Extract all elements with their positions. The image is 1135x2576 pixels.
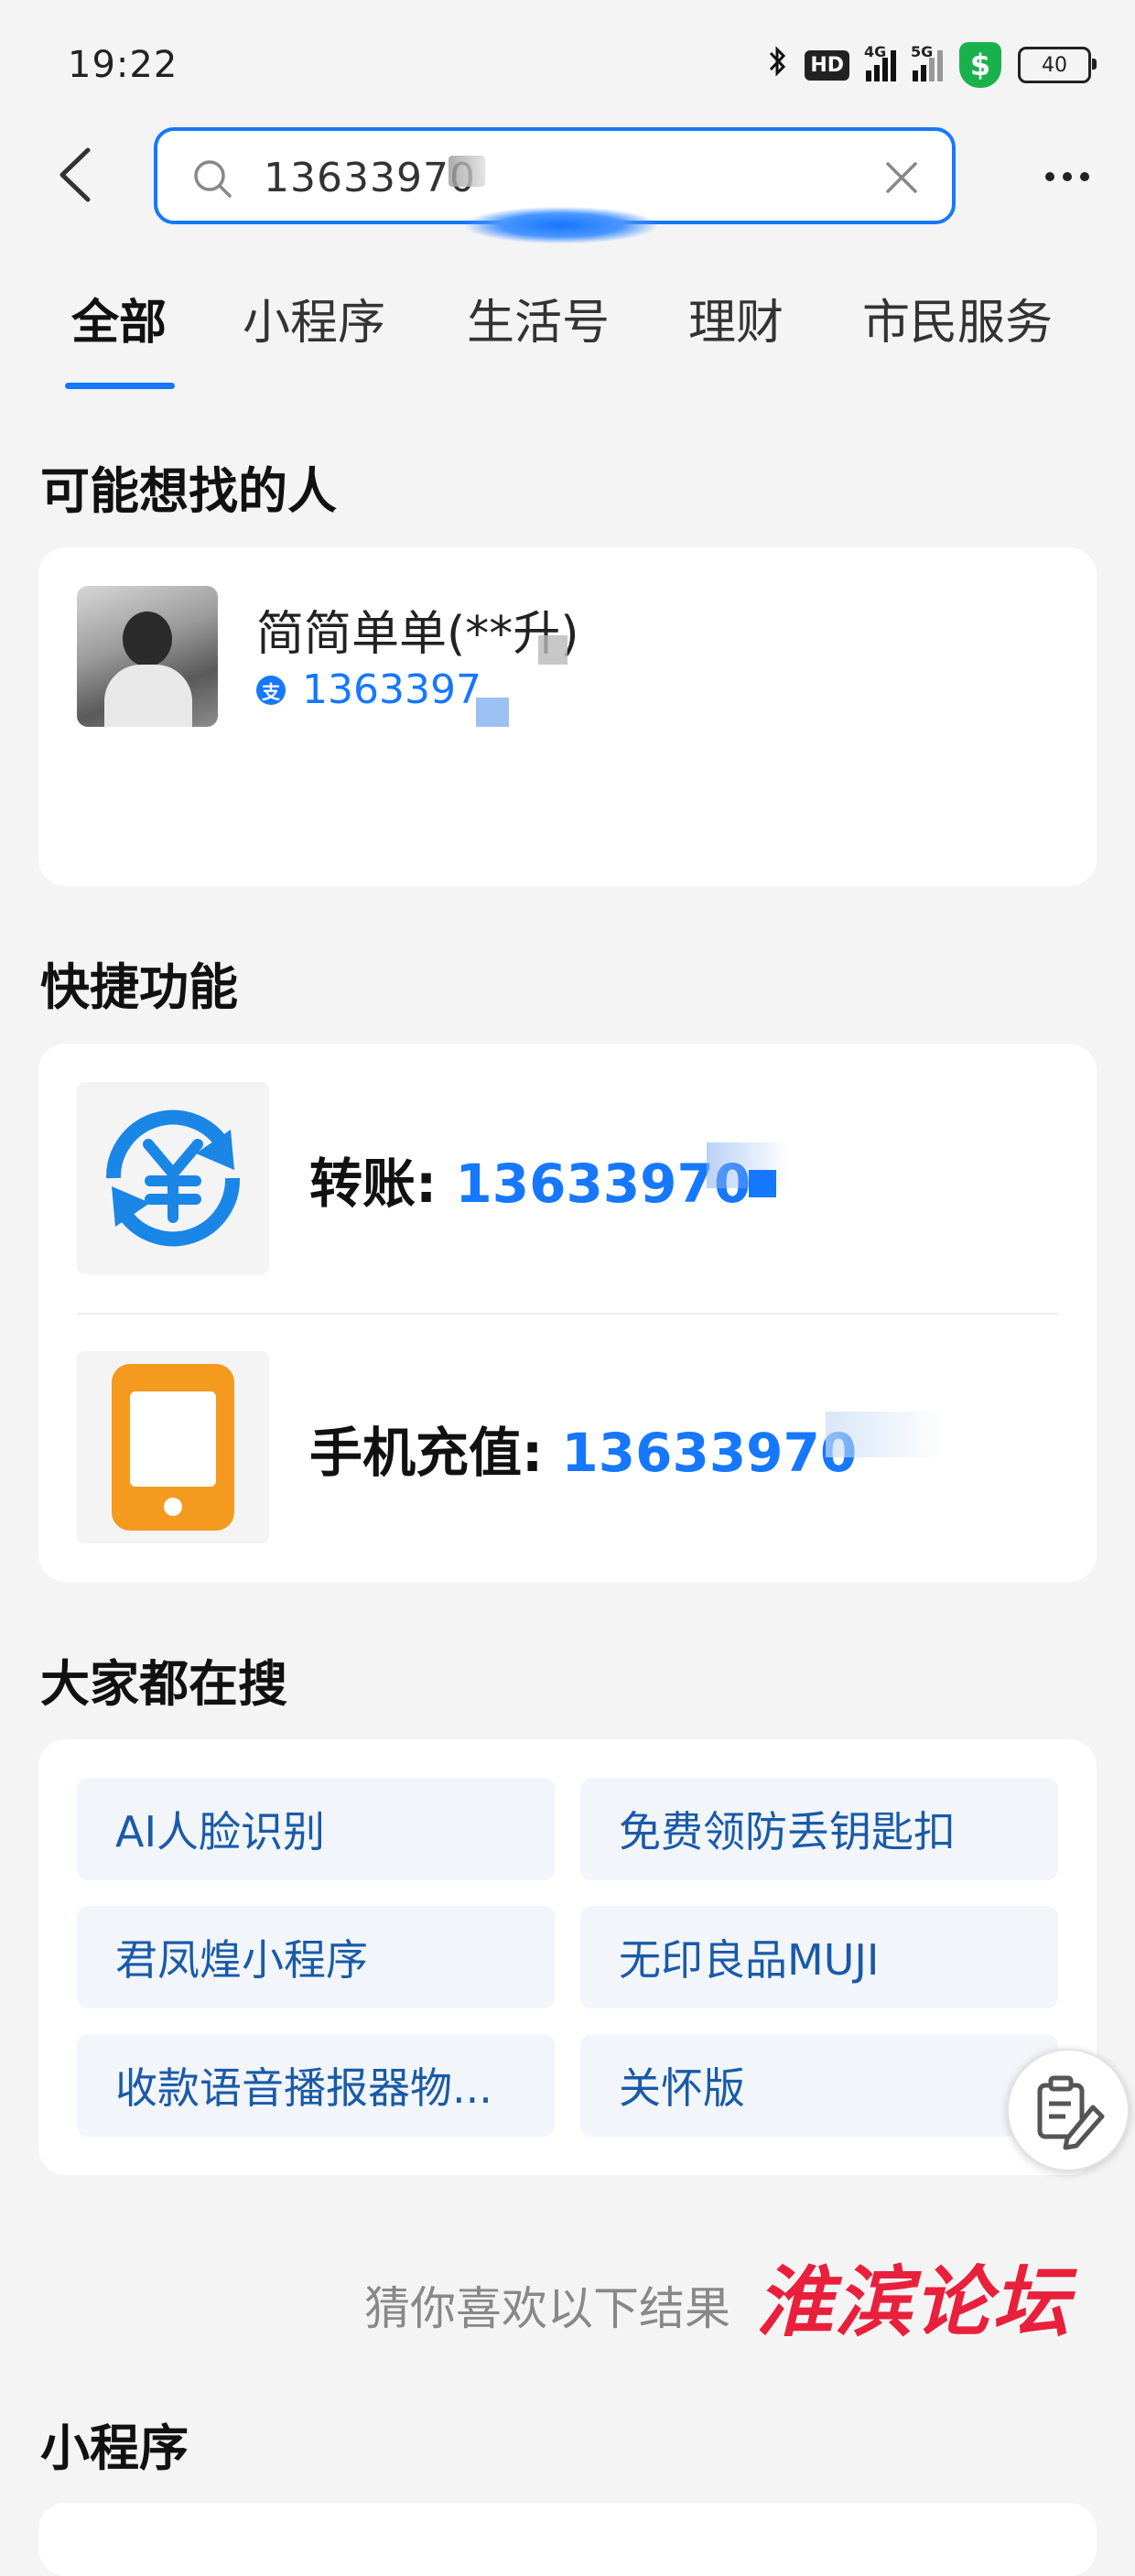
redaction-stroke bbox=[465, 207, 657, 244]
hot-search-chip[interactable]: 君凤煌小程序 bbox=[77, 1906, 555, 2008]
redaction-mark bbox=[749, 1170, 776, 1197]
active-tab-indicator bbox=[65, 383, 175, 389]
status-time: 19:22 bbox=[68, 44, 178, 86]
back-arrow-icon bbox=[59, 147, 91, 202]
tab-mini-programs[interactable]: 小程序 bbox=[243, 284, 385, 352]
feedback-button[interactable] bbox=[1007, 2049, 1130, 2171]
hot-search-chip[interactable]: 关怀版 bbox=[580, 2034, 1058, 2137]
signal-5g-icon: 5G bbox=[911, 43, 943, 81]
redaction-mark bbox=[449, 156, 485, 187]
section-title-quick: 快捷功能 bbox=[40, 958, 238, 1016]
phone-recharge-row[interactable]: 手机充值: 13633970 bbox=[38, 1313, 1097, 1582]
bluetooth-icon bbox=[768, 45, 788, 85]
transfer-row[interactable]: 转账: 13633970 bbox=[38, 1044, 1097, 1313]
mini-programs-card bbox=[38, 2503, 1097, 2576]
status-icons: HD 4G 5G $ 40 bbox=[768, 40, 1097, 90]
category-tabs: 全部 小程序 生活号 理财 市民服务 bbox=[0, 284, 1135, 394]
battery-icon: 40 bbox=[1018, 47, 1097, 83]
search-icon bbox=[192, 158, 232, 198]
back-button[interactable] bbox=[57, 146, 93, 203]
hot-search-chip[interactable]: AI人脸识别 bbox=[77, 1778, 555, 1880]
avatar bbox=[77, 586, 218, 727]
tab-all[interactable]: 全部 bbox=[71, 284, 167, 352]
feedback-edit-icon bbox=[1037, 2075, 1105, 2150]
redaction-mark bbox=[826, 1412, 945, 1457]
section-title-mini-programs: 小程序 bbox=[40, 2419, 189, 2477]
transfer-label: 转账: 13633970 bbox=[309, 1153, 751, 1215]
security-shield-icon: $ bbox=[959, 42, 1001, 88]
phone-recharge-icon bbox=[77, 1351, 269, 1543]
redaction-mark bbox=[707, 1142, 789, 1188]
transfer-yuan-icon bbox=[77, 1082, 269, 1274]
redaction-mark bbox=[476, 698, 509, 727]
person-card[interactable]: 简简单单(**升) 支 1363397 bbox=[38, 547, 1097, 886]
search-query-text: 13633970 bbox=[264, 155, 476, 201]
tab-life-accounts[interactable]: 生活号 bbox=[467, 284, 610, 352]
hd-voice-icon: HD bbox=[805, 49, 849, 81]
tab-finance[interactable]: 理财 bbox=[688, 284, 784, 352]
tab-citizen-services[interactable]: 市民服务 bbox=[862, 284, 1053, 352]
redaction-mark bbox=[538, 635, 568, 665]
person-name: 简简单单(**升) bbox=[256, 607, 579, 662]
signal-4g-icon: 4G bbox=[864, 43, 896, 81]
clear-icon[interactable] bbox=[884, 160, 919, 195]
guess-you-like-text: 猜你喜欢以下结果 bbox=[364, 2282, 730, 2335]
section-title-people: 可能想找的人 bbox=[40, 462, 337, 520]
quick-functions-card: 转账: 13633970 手机充值: 13633970 bbox=[38, 1044, 1097, 1582]
person-account: 1363397 bbox=[302, 666, 481, 713]
hot-search-chip[interactable]: 免费领防丢钥匙扣 bbox=[580, 1778, 1058, 1880]
more-options-icon[interactable] bbox=[1045, 172, 1089, 181]
watermark: 淮滨论坛 bbox=[756, 2257, 1072, 2347]
hot-searches-card: AI人脸识别 免费领防丢钥匙扣 君凤煌小程序 无印良品MUJI 收款语音播报器物… bbox=[38, 1739, 1097, 2175]
hot-search-chip[interactable]: 无印良品MUJI bbox=[580, 1906, 1058, 2008]
section-title-hot: 大家都在搜 bbox=[40, 1655, 287, 1713]
alipay-icon: 支 bbox=[256, 676, 286, 705]
phone-recharge-label: 手机充值: 13633970 bbox=[309, 1422, 858, 1484]
hot-search-chip[interactable]: 收款语音播报器物... bbox=[77, 2034, 555, 2137]
